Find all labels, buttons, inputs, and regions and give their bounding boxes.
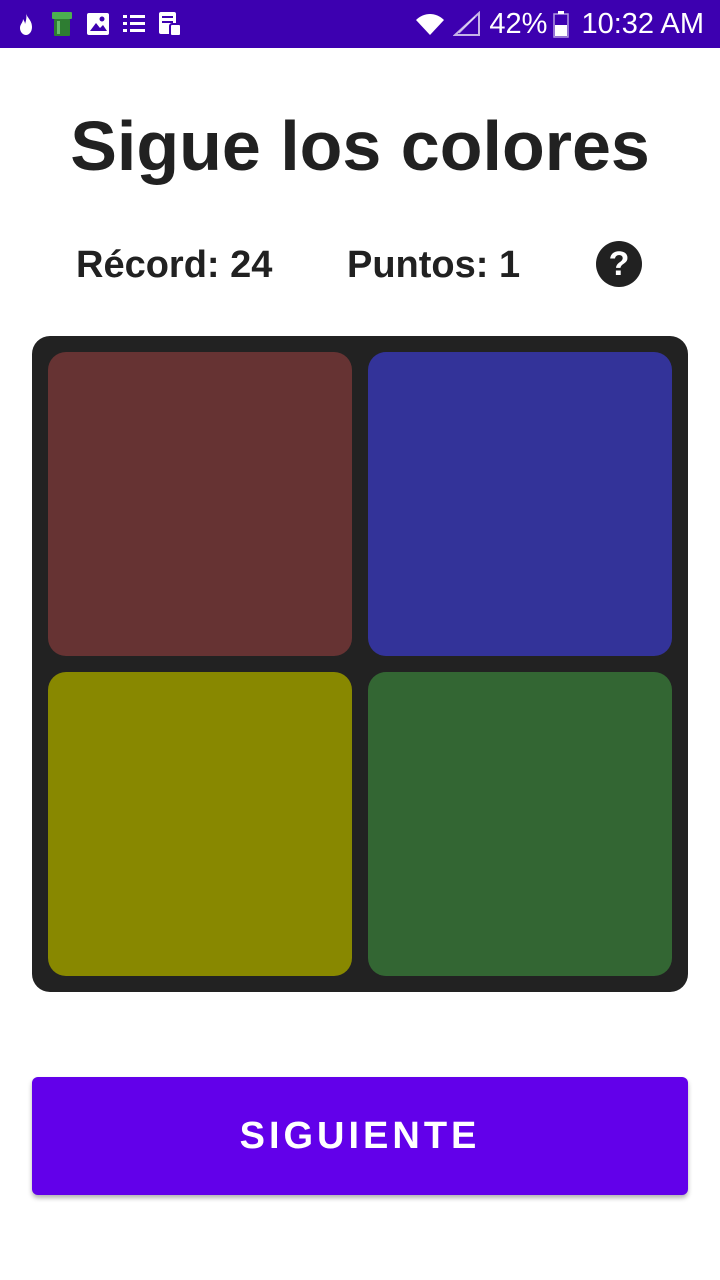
- help-icon[interactable]: ?: [596, 241, 642, 287]
- flame-icon: [20, 13, 32, 35]
- red-tile[interactable]: [48, 352, 352, 656]
- system-status: 42% 10:32 AM: [415, 6, 704, 42]
- green-tile[interactable]: [368, 672, 672, 976]
- current-points: Puntos: 1: [347, 244, 521, 286]
- yellow-tile[interactable]: [48, 672, 352, 976]
- list-icon: [123, 15, 145, 32]
- notification-icons: [14, 10, 182, 38]
- wifi-icon: [416, 14, 445, 35]
- blue-tile[interactable]: [368, 352, 672, 656]
- record-score: Récord: 24: [76, 244, 273, 286]
- trash-icon: [52, 12, 72, 36]
- sim-card-icon: [159, 12, 182, 37]
- color-board: [32, 336, 688, 992]
- image-icon: [87, 13, 109, 35]
- page-title: Sigue los colores: [70, 107, 650, 185]
- clock: 10:32 AM: [581, 7, 704, 40]
- status-bar: 42% 10:32 AM: [0, 0, 720, 48]
- battery-percentage: 42%: [489, 7, 548, 40]
- cellular-signal-icon: [453, 11, 481, 36]
- battery-icon: [553, 11, 570, 38]
- next-button[interactable]: SIGUIENTE: [32, 1077, 688, 1195]
